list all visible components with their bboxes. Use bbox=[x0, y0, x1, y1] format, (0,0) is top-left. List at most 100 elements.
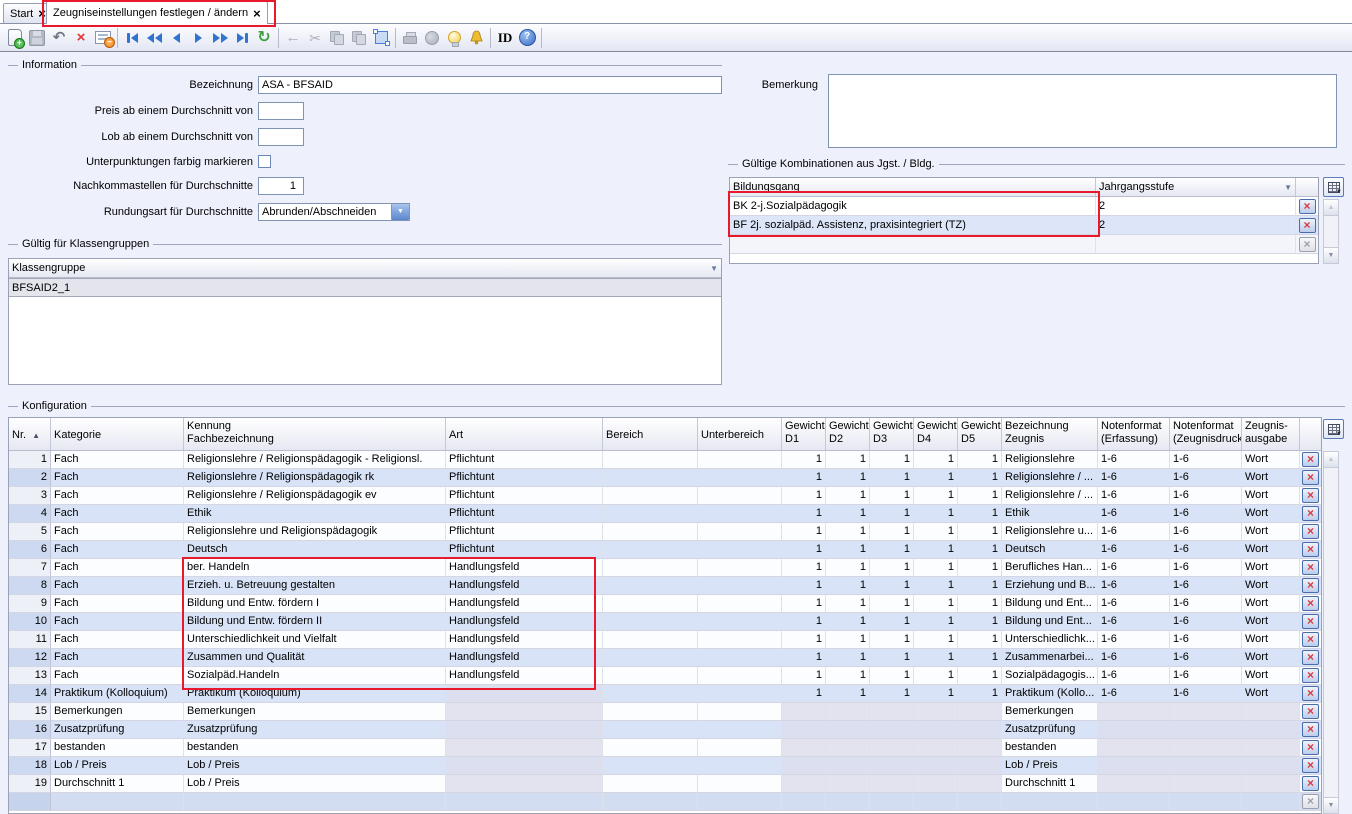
cell-notenformat-zeugnisdruck[interactable]: 1-6 bbox=[1170, 667, 1242, 685]
cell-notenformat-erfassung[interactable] bbox=[1098, 775, 1170, 793]
cell-gewicht-d1[interactable]: 1 bbox=[782, 631, 826, 649]
cell-notenformat-erfassung[interactable]: 1-6 bbox=[1098, 667, 1170, 685]
cell-kennung[interactable]: Ethik bbox=[184, 505, 446, 523]
cell-bereich[interactable] bbox=[603, 703, 698, 721]
cell-gewicht-d4[interactable] bbox=[914, 739, 958, 757]
cell-notenformat-zeugnisdruck[interactable]: 1-6 bbox=[1170, 559, 1242, 577]
cell-gewicht-d3[interactable] bbox=[870, 775, 914, 793]
cell-unterbereich[interactable] bbox=[698, 703, 782, 721]
nav-prev-button[interactable] bbox=[165, 27, 187, 49]
cell-nr[interactable]: 11 bbox=[9, 631, 51, 649]
cell-kennung[interactable]: Bemerkungen bbox=[184, 703, 446, 721]
cell-gewicht-d2[interactable] bbox=[826, 775, 870, 793]
cell-unterbereich[interactable] bbox=[698, 469, 782, 487]
cell-gewicht-d3[interactable]: 1 bbox=[870, 613, 914, 631]
cell-notenformat-zeugnisdruck[interactable]: 1-6 bbox=[1170, 595, 1242, 613]
cell-unterbereich[interactable] bbox=[698, 451, 782, 469]
cell-unterbereich[interactable] bbox=[698, 721, 782, 739]
cell-unterbereich[interactable] bbox=[698, 739, 782, 757]
cell-art[interactable]: Pflichtunt bbox=[446, 505, 603, 523]
cell-bereich[interactable] bbox=[603, 469, 698, 487]
cell-kennung[interactable]: Lob / Preis bbox=[184, 775, 446, 793]
nav-first-button[interactable] bbox=[121, 27, 143, 49]
lob-input[interactable] bbox=[258, 128, 304, 146]
cell-art[interactable]: Handlungsfeld bbox=[446, 613, 603, 631]
cell-bezeichnung-zeugnis[interactable]: Zusammenarbei... bbox=[1002, 649, 1098, 667]
cell-notenformat-zeugnisdruck[interactable] bbox=[1170, 721, 1242, 739]
cell-gewicht-d1[interactable] bbox=[782, 757, 826, 775]
cell-nr[interactable]: 1 bbox=[9, 451, 51, 469]
cell-notenformat-erfassung[interactable]: 1-6 bbox=[1098, 577, 1170, 595]
cell-kategorie[interactable]: bestanden bbox=[51, 739, 184, 757]
cell-unterbereich[interactable] bbox=[698, 595, 782, 613]
cell-notenformat-erfassung[interactable]: 1-6 bbox=[1098, 487, 1170, 505]
cell-zeugnisausgabe[interactable]: Wort bbox=[1242, 613, 1300, 631]
cell-gewicht-d4[interactable]: 1 bbox=[914, 505, 958, 523]
cell-kategorie[interactable]: Fach bbox=[51, 631, 184, 649]
cell-kategorie[interactable]: Praktikum (Kolloquium) bbox=[51, 685, 184, 703]
cell-kategorie[interactable]: Fach bbox=[51, 559, 184, 577]
cell-bereich[interactable] bbox=[603, 649, 698, 667]
cell-gewicht-d3[interactable]: 1 bbox=[870, 595, 914, 613]
edit-form-button[interactable]: − bbox=[92, 27, 114, 49]
cell-bezeichnung-zeugnis[interactable]: Durchschnitt 1 bbox=[1002, 775, 1098, 793]
col-header-notenformat-erfassung[interactable]: Notenformat(Erfassung) bbox=[1098, 418, 1170, 450]
cell-gewicht-d1[interactable]: 1 bbox=[782, 685, 826, 703]
cell-gewicht-d2[interactable]: 1 bbox=[826, 595, 870, 613]
cell-gewicht-d1[interactable]: 1 bbox=[782, 577, 826, 595]
cell-gewicht-d3[interactable]: 1 bbox=[870, 631, 914, 649]
cell-zeugnisausgabe[interactable]: Wort bbox=[1242, 577, 1300, 595]
cell-bereich[interactable] bbox=[603, 523, 698, 541]
cell-bezeichnung-zeugnis[interactable]: Religionslehre u... bbox=[1002, 523, 1098, 541]
cell-bereich[interactable] bbox=[603, 451, 698, 469]
delete-row-button[interactable]: × bbox=[1302, 560, 1319, 575]
cell-kategorie[interactable]: Bemerkungen bbox=[51, 703, 184, 721]
delete-row-button[interactable]: × bbox=[1302, 452, 1319, 467]
nachkomma-input[interactable] bbox=[258, 177, 304, 195]
cell-gewicht-d1[interactable]: 1 bbox=[782, 451, 826, 469]
cell-bereich[interactable] bbox=[603, 595, 698, 613]
cell-gewicht-d3[interactable]: 1 bbox=[870, 541, 914, 559]
cell-nr[interactable]: 10 bbox=[9, 613, 51, 631]
cell-zeugnisausgabe[interactable]: Wort bbox=[1242, 487, 1300, 505]
cell-notenformat-zeugnisdruck[interactable]: 1-6 bbox=[1170, 487, 1242, 505]
paste-button[interactable] bbox=[348, 27, 370, 49]
cell-gewicht-d1[interactable]: 1 bbox=[782, 595, 826, 613]
unterpunktungen-checkbox[interactable] bbox=[258, 155, 271, 168]
cell-notenformat-erfassung[interactable] bbox=[1098, 721, 1170, 739]
cell-kategorie[interactable]: Durchschnitt 1 bbox=[51, 775, 184, 793]
cell-notenformat-erfassung[interactable]: 1-6 bbox=[1098, 469, 1170, 487]
cell-zeugnisausgabe[interactable] bbox=[1242, 775, 1300, 793]
col-header-zeugnisausgabe[interactable]: Zeugnis-ausgabe bbox=[1242, 418, 1300, 450]
cell-kennung[interactable]: Bildung und Entw. fördern I bbox=[184, 595, 446, 613]
undo-button[interactable]: ↶ bbox=[48, 27, 70, 49]
cell-kennung[interactable]: ber. Handeln bbox=[184, 559, 446, 577]
cell-bezeichnung-zeugnis[interactable]: Sozialpädagogis... bbox=[1002, 667, 1098, 685]
cell-unterbereich[interactable] bbox=[698, 757, 782, 775]
cell-unterbereich[interactable] bbox=[698, 523, 782, 541]
delete-row-button[interactable]: × bbox=[1302, 776, 1319, 791]
selection-button[interactable] bbox=[370, 27, 392, 49]
cell-art[interactable] bbox=[446, 721, 603, 739]
cell-kennung[interactable]: bestanden bbox=[184, 739, 446, 757]
cell-bezeichnung-zeugnis[interactable]: Berufliches Han... bbox=[1002, 559, 1098, 577]
cell-nr[interactable]: 9 bbox=[9, 595, 51, 613]
cell-kennung[interactable]: Zusammen und Qualität bbox=[184, 649, 446, 667]
cell-nr[interactable]: 19 bbox=[9, 775, 51, 793]
cell-art[interactable]: Handlungsfeld bbox=[446, 667, 603, 685]
cell-gewicht-d1[interactable]: 1 bbox=[782, 613, 826, 631]
col-header-gewicht-d5[interactable]: GewichtD5 bbox=[958, 418, 1002, 450]
cell-gewicht-d2[interactable]: 1 bbox=[826, 649, 870, 667]
cell-gewicht-d2[interactable]: 1 bbox=[826, 469, 870, 487]
cell-nr[interactable]: 14 bbox=[9, 685, 51, 703]
cell-kennung[interactable]: Lob / Preis bbox=[184, 757, 446, 775]
cell-unterbereich[interactable] bbox=[698, 577, 782, 595]
scroll-up-icon[interactable]: ▲ bbox=[1324, 200, 1338, 216]
cell-gewicht-d1[interactable]: 1 bbox=[782, 541, 826, 559]
notification-button[interactable] bbox=[465, 27, 487, 49]
cell-gewicht-d3[interactable]: 1 bbox=[870, 559, 914, 577]
nav-fast-prev-button[interactable] bbox=[143, 27, 165, 49]
cut-button[interactable]: ✂ bbox=[304, 27, 326, 49]
cell-art[interactable]: Pflichtunt bbox=[446, 451, 603, 469]
cell-nr[interactable]: 3 bbox=[9, 487, 51, 505]
